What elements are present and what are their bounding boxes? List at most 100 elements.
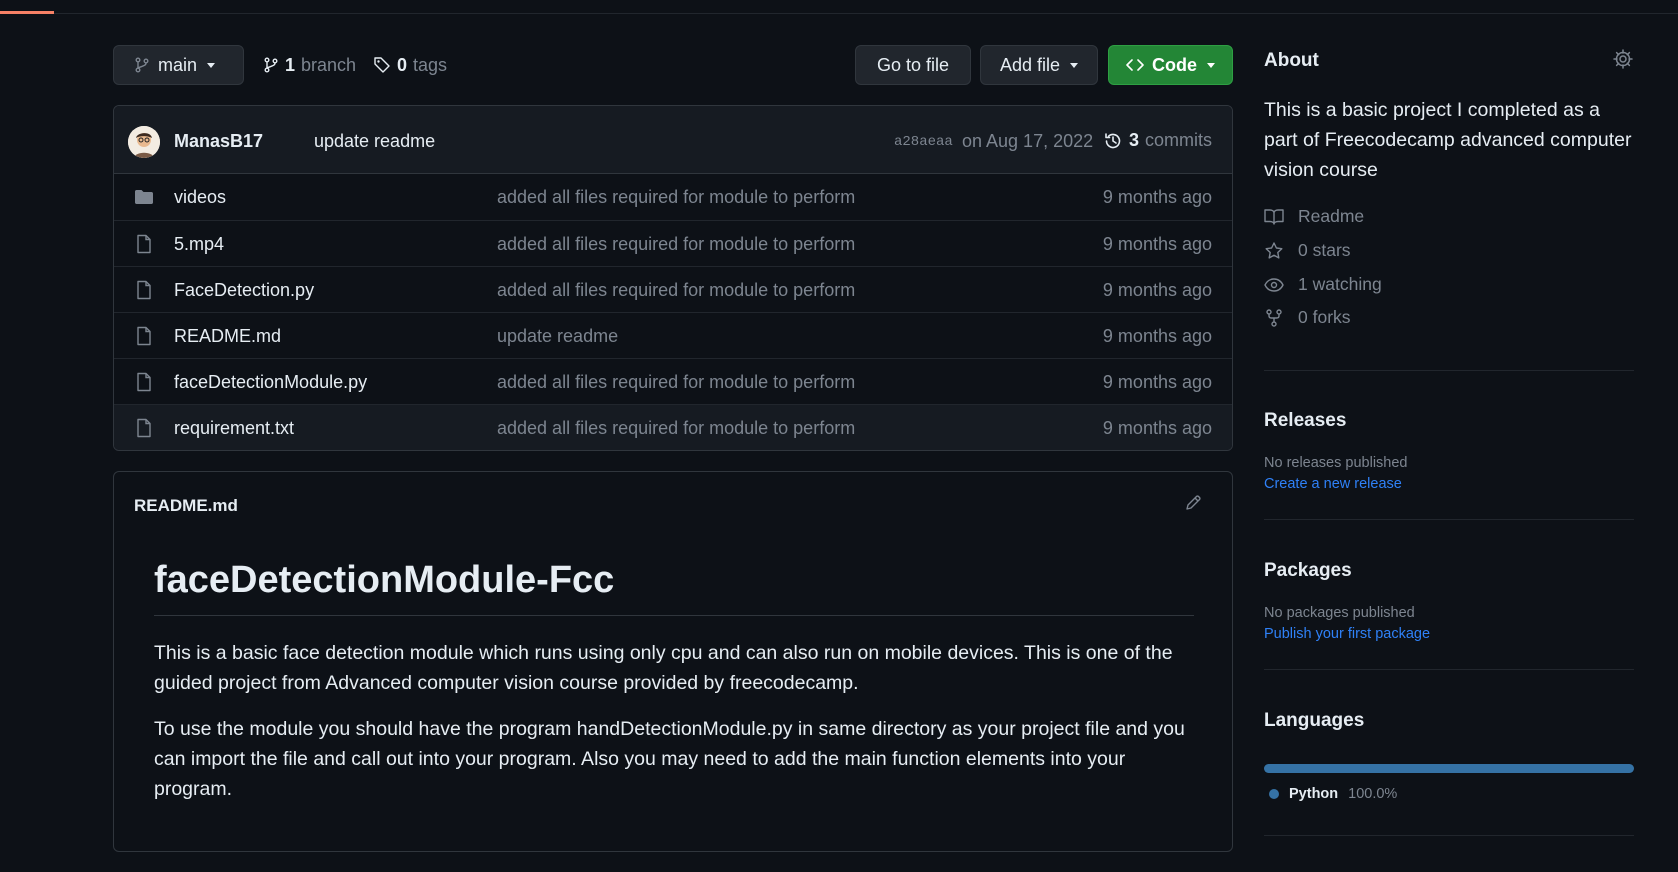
forks-word: forks: [1312, 307, 1351, 327]
file-name[interactable]: FaceDetection.py: [174, 280, 314, 301]
file-name[interactable]: requirement.txt: [174, 418, 294, 439]
repo-toolbar: main 1 branch 0 tags Go to file Add file: [113, 45, 1233, 85]
language-percent: 100.0%: [1348, 786, 1398, 802]
file-icon: [134, 372, 154, 392]
file-age: 9 months ago: [1102, 418, 1212, 438]
commit-date: on Aug 17, 2022: [962, 131, 1094, 151]
star-icon: [1264, 241, 1284, 261]
commit-author[interactable]: ManasB17: [174, 131, 263, 152]
file-commit-message[interactable]: added all files required for module to p…: [497, 280, 855, 301]
folder-icon: [134, 187, 154, 207]
commit-hash[interactable]: a28aeaa: [894, 134, 953, 150]
go-to-file-label: Go to file: [876, 54, 950, 75]
table-row[interactable]: faceDetectionModule.py added all files r…: [114, 358, 1232, 404]
file-commit-message[interactable]: added all files required for module to p…: [497, 372, 855, 393]
eye-icon: [1264, 275, 1284, 295]
about-description: This is a basic project I completed as a…: [1264, 99, 1632, 181]
gear-icon[interactable]: [1612, 48, 1634, 70]
table-row[interactable]: videos added all files required for modu…: [114, 174, 1232, 220]
languages-heading: Languages: [1264, 710, 1365, 731]
git-branch-icon: [263, 57, 279, 73]
file-age: 9 months ago: [1102, 326, 1212, 346]
file-commit-message[interactable]: update readme: [497, 326, 618, 347]
readme-link-label: Readme: [1298, 206, 1365, 226]
code-icon: [1126, 57, 1144, 73]
packages-status: No packages published: [1264, 605, 1415, 621]
tag-icon: [373, 56, 391, 74]
about-heading: About: [1264, 50, 1319, 71]
file-name[interactable]: videos: [174, 187, 226, 208]
readme-heading: faceDetectionModule-Fcc: [154, 557, 1194, 616]
readme-link[interactable]: Readme: [1264, 206, 1364, 227]
file-name[interactable]: faceDetectionModule.py: [174, 372, 367, 393]
code-label: Code: [1152, 54, 1197, 75]
file-icon: [134, 326, 154, 346]
pencil-icon[interactable]: [1184, 494, 1202, 512]
releases-status: No releases published: [1264, 455, 1408, 471]
active-tab-underline: [0, 11, 54, 14]
table-row[interactable]: README.md update readme 9 months ago: [114, 312, 1232, 358]
file-name[interactable]: 5.mp4: [174, 234, 224, 255]
file-commit-message[interactable]: added all files required for module to p…: [497, 234, 855, 255]
table-row[interactable]: FaceDetection.py added all files require…: [114, 266, 1232, 312]
branch-select-button[interactable]: main: [113, 45, 244, 85]
file-age: 9 months ago: [1102, 187, 1212, 207]
language-bar: [1264, 764, 1634, 773]
table-row[interactable]: requirement.txt added all files required…: [114, 404, 1232, 450]
sidebar-divider: [1264, 669, 1634, 670]
file-name[interactable]: README.md: [174, 326, 281, 347]
file-commit-message[interactable]: added all files required for module to p…: [497, 187, 855, 208]
stars-word: stars: [1312, 240, 1351, 260]
branch-name: main: [158, 54, 198, 75]
tag-word: tags: [413, 54, 448, 75]
forks-count: 0: [1298, 307, 1308, 327]
history-icon: [1103, 131, 1123, 151]
add-file-button[interactable]: Add file: [980, 45, 1098, 85]
file-age: 9 months ago: [1102, 280, 1212, 300]
top-divider: [0, 13, 1678, 14]
git-branch-icon: [134, 57, 150, 73]
python-color-dot: [1269, 789, 1279, 799]
file-age: 9 months ago: [1102, 372, 1212, 392]
chevron-down-icon: [1070, 62, 1079, 68]
readme-header: README.md: [114, 472, 1232, 539]
go-to-file-button[interactable]: Go to file: [855, 45, 971, 85]
branch-count: 1: [285, 54, 296, 75]
sidebar-divider: [1264, 519, 1634, 520]
latest-commit-bar: ManasB17 update readme a28aeaa on Aug 17…: [114, 106, 1232, 174]
file-rows: videos added all files required for modu…: [114, 174, 1232, 450]
branches-link[interactable]: 1 branch: [263, 45, 356, 85]
packages-heading[interactable]: Packages: [1264, 560, 1352, 582]
file-commit-message[interactable]: added all files required for module to p…: [497, 418, 855, 439]
readme-filename[interactable]: README.md: [134, 496, 238, 516]
table-row[interactable]: 5.mp4 added all files required for modul…: [114, 220, 1232, 266]
language-item[interactable]: Python 100.0%: [1269, 786, 1397, 802]
create-release-link[interactable]: Create a new release: [1264, 476, 1402, 492]
language-name: Python: [1289, 786, 1339, 802]
code-button[interactable]: Code: [1108, 45, 1233, 85]
branch-word: branch: [301, 54, 357, 75]
commit-count: 3: [1128, 130, 1139, 150]
tags-link[interactable]: 0 tags: [373, 45, 447, 85]
watching-word: watching: [1312, 274, 1382, 294]
file-icon: [134, 280, 154, 300]
watching-link[interactable]: 1 watching: [1264, 274, 1382, 295]
stars-link[interactable]: 0 stars: [1264, 240, 1351, 261]
sidebar-divider: [1264, 835, 1634, 836]
watching-count: 1: [1298, 274, 1308, 294]
fork-icon: [1264, 308, 1284, 328]
avatar[interactable]: [128, 126, 160, 158]
main-column: main 1 branch 0 tags Go to file Add file: [113, 45, 1233, 852]
readme-content: faceDetectionModule-Fcc This is a basic …: [154, 557, 1194, 820]
file-age: 9 months ago: [1102, 234, 1212, 254]
releases-heading[interactable]: Releases: [1264, 410, 1346, 432]
forks-link[interactable]: 0 forks: [1264, 307, 1351, 328]
chevron-down-icon: [207, 62, 216, 68]
commits-link[interactable]: 3 commits: [1103, 130, 1212, 151]
file-list: ManasB17 update readme a28aeaa on Aug 17…: [113, 105, 1233, 451]
commit-message[interactable]: update readme: [314, 131, 435, 152]
readme-panel: README.md faceDetectionModule-Fcc This i…: [113, 471, 1233, 852]
book-icon: [1264, 208, 1284, 226]
tag-count: 0: [397, 54, 408, 75]
publish-package-link[interactable]: Publish your first package: [1264, 626, 1430, 642]
